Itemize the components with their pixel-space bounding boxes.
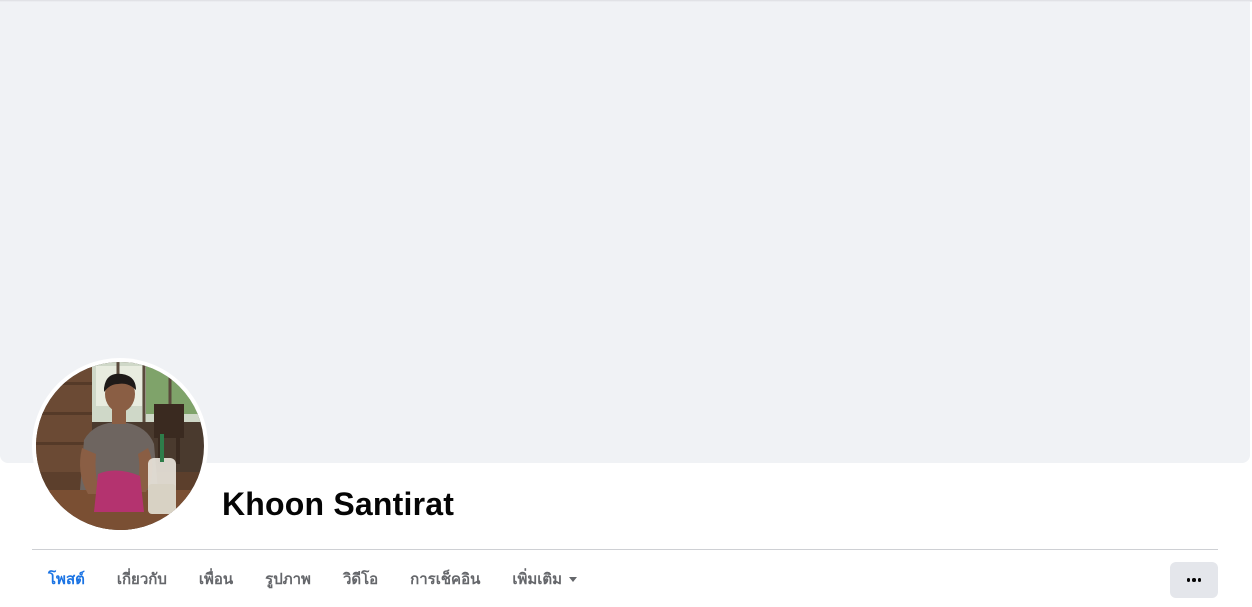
tab-photos[interactable]: รูปภาพ <box>249 550 327 607</box>
tab-label: เพื่อน <box>198 570 234 588</box>
tab-posts[interactable]: โพสต์ <box>32 550 101 607</box>
tab-label: วิดีโอ <box>342 570 379 588</box>
tab-videos[interactable]: วิดีโอ <box>327 550 394 607</box>
tab-friends[interactable]: เพื่อน <box>183 550 249 607</box>
profile-avatar[interactable] <box>36 362 204 530</box>
tab-label: โพสต์ <box>48 570 85 588</box>
profile-photo-image <box>36 362 204 530</box>
tab-checkins[interactable]: การเช็คอิน <box>394 550 496 607</box>
tab-label: รูปภาพ <box>265 570 311 588</box>
profile-page: Khoon Santirat โพสต์ เกี่ยวกับ เพื่อน รู… <box>0 0 1252 607</box>
tab-label: เพิ่มเติม <box>512 570 563 588</box>
tab-more[interactable]: เพิ่มเติม <box>496 550 593 607</box>
tab-label: การเช็คอิน <box>410 570 481 588</box>
more-options-icon <box>1186 578 1202 582</box>
more-options-button[interactable] <box>1170 562 1218 598</box>
tab-label: เกี่ยวกับ <box>116 570 167 588</box>
profile-name: Khoon Santirat <box>222 486 455 522</box>
tab-about[interactable]: เกี่ยวกับ <box>101 550 183 607</box>
caret-down-icon <box>569 576 578 582</box>
profile-tabs: โพสต์ เกี่ยวกับ เพื่อน รูปภาพ วิดีโอ การ… <box>32 550 593 607</box>
top-bar-shadow <box>0 0 1252 2</box>
